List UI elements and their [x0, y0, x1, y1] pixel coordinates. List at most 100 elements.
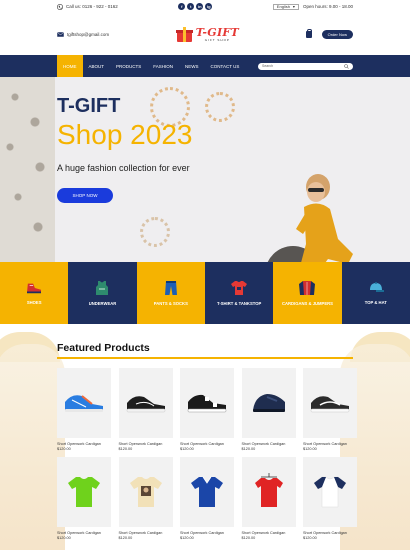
search-placeholder: Search — [262, 64, 274, 68]
gift-box-icon — [175, 26, 193, 42]
leopard-fabric-decoration — [0, 77, 55, 262]
product-price: $120.00 — [303, 447, 317, 451]
shopping-bag-icon[interactable] — [305, 28, 313, 38]
product-price: $120.00 — [303, 536, 317, 540]
search-input[interactable]: Search — [258, 62, 353, 70]
nav-item-fashion[interactable]: FASHION — [147, 55, 179, 77]
phone-number: Call us: 0126 - 922 - 0162 — [66, 4, 118, 9]
product-price: $120.00 — [241, 536, 256, 540]
topbar-right: English ▾ Open hours: 9.00 - 18.00 — [272, 3, 353, 10]
open-hours: Open hours: 9.00 - 18.00 — [302, 4, 353, 9]
tank-top-icon — [96, 281, 109, 295]
product-card[interactable]: Short Openwork Cardigan $120.00 — [180, 457, 234, 540]
instagram-icon[interactable]: ig — [205, 3, 213, 10]
hero-subtitle: Shop 2023 — [57, 119, 193, 150]
product-image[interactable] — [57, 368, 111, 438]
product-image[interactable] — [118, 457, 173, 527]
shop-now-button[interactable]: SHOP NOW — [57, 188, 113, 203]
category-label: CARDIGANS & JUMPERS — [281, 301, 333, 306]
blue-sneaker-icon — [65, 395, 103, 412]
category-cardigans-jumpers[interactable]: CARDIGANS & JUMPERS — [273, 262, 342, 324]
product-card[interactable]: Short Openwork Cardigan $120.00 — [180, 368, 234, 451]
category-label: T-SHIRT & TANKSTOP — [217, 301, 262, 306]
nav-item-about[interactable]: ABOUT — [83, 55, 111, 77]
product-card[interactable]: Short Openwork Cardigan $120.00 — [57, 457, 111, 540]
phone-info: Call us: 0126 - 922 - 0162 — [57, 3, 118, 10]
top-info-bar: Call us: 0126 - 922 - 0162 f t in ig Eng… — [0, 0, 410, 13]
nav-item-products[interactable]: PRODUCTS — [110, 55, 147, 77]
print-tshirt-icon — [129, 477, 162, 507]
product-image[interactable] — [118, 368, 173, 438]
sneaker-icon — [27, 283, 42, 294]
product-card[interactable]: Short Openwork Cardigan $120.00 — [303, 457, 357, 540]
hero-model-image — [258, 169, 378, 262]
cardigan-icon — [299, 281, 316, 295]
product-name[interactable]: Short Openwork Cardigan — [242, 531, 296, 535]
product-card[interactable]: Short Openwork Cardigan $120.00 — [241, 457, 296, 540]
product-card[interactable]: Short Openwork Cardigan $120.00 — [57, 368, 111, 451]
category-label: SHOES — [26, 300, 42, 305]
search-icon[interactable] — [344, 63, 349, 69]
product-image[interactable] — [241, 457, 296, 527]
cap-icon — [369, 282, 384, 292]
category-shoes[interactable]: SHOES — [0, 262, 69, 324]
category-top-hat[interactable]: TOP & HAT — [341, 262, 410, 324]
raglan-tshirt-icon — [313, 476, 347, 508]
product-name[interactable]: Short Openwork Cardigan — [180, 442, 234, 446]
product-name[interactable]: Short Openwork Cardigan — [119, 442, 173, 446]
category-label: UNDERWEAR — [88, 301, 117, 306]
language-value: English — [276, 4, 290, 9]
order-now-button[interactable]: Order Now — [321, 29, 353, 39]
product-name[interactable]: Short Openwork Cardigan — [303, 531, 357, 535]
product-card[interactable]: Short Openwork Cardigan $120.00 — [118, 457, 173, 540]
product-price: $120.00 — [57, 536, 71, 540]
featured-products-section: Featured Products Short Openwork Cardiga… — [0, 324, 410, 550]
category-pants-socks[interactable]: PANTS & SOCKS — [136, 262, 205, 324]
pants-icon — [164, 281, 177, 295]
nav-item-news[interactable]: NEWS — [179, 55, 205, 77]
heading-underline — [57, 357, 353, 359]
nav-item-contact[interactable]: CONTACT US — [205, 55, 246, 77]
product-price: $120.00 — [118, 536, 133, 540]
product-image[interactable] — [303, 457, 357, 527]
product-card[interactable]: Short Openwork Cardigan $120.00 — [303, 368, 357, 451]
hero-banner: T-GIFT Shop 2023 A huge fashion collecti… — [0, 77, 410, 262]
green-tshirt-icon — [68, 477, 100, 507]
red-tshirt-icon — [254, 473, 283, 507]
main-navigation: HOME ABOUT PRODUCTS FASHION NEWS CONTACT… — [0, 55, 410, 77]
chevron-down-icon: ▾ — [292, 4, 295, 9]
product-image[interactable] — [303, 368, 357, 438]
site-header: tgiftshop@gmail.com T-GIFT GIFT SHOP Ord… — [0, 13, 410, 55]
language-select[interactable]: English ▾ — [272, 3, 299, 10]
product-grid: Short Openwork Cardigan $120.00 Short Op… — [57, 368, 357, 540]
product-image[interactable] — [180, 368, 234, 438]
product-card[interactable]: Short Openwork Cardigan $120.00 — [118, 368, 173, 451]
header-actions: Order Now — [305, 28, 353, 39]
email-info: tgiftshop@gmail.com — [57, 32, 109, 37]
product-name[interactable]: Short Openwork Cardigan — [119, 531, 173, 535]
product-name[interactable]: Short Openwork Cardigan — [57, 442, 111, 446]
product-image[interactable] — [57, 457, 111, 527]
facebook-icon[interactable]: f — [178, 3, 186, 10]
polo-shirt-icon — [191, 476, 223, 507]
category-tshirt-tankstop[interactable]: T-SHIRT & TANKSTOP — [204, 262, 274, 324]
product-name[interactable]: Short Openwork Cardigan — [242, 442, 296, 446]
category-strip: SHOES UNDERWEAR PANTS & SOCKS T-SHIRT & … — [0, 262, 410, 324]
category-underwear[interactable]: UNDERWEAR — [68, 262, 137, 324]
product-name[interactable]: Short Openwork Cardigan — [57, 531, 111, 535]
linkedin-icon[interactable]: in — [196, 3, 204, 10]
product-price: $120.00 — [180, 536, 194, 540]
tshirt-icon — [231, 281, 248, 295]
email-address: tgiftshop@gmail.com — [67, 31, 110, 37]
site-logo[interactable]: T-GIFT GIFT SHOP — [175, 26, 239, 42]
product-name[interactable]: Short Openwork Cardigan — [303, 442, 357, 446]
nav-item-home[interactable]: HOME — [57, 55, 83, 77]
product-image[interactable] — [180, 457, 234, 527]
twitter-icon[interactable]: t — [187, 3, 195, 10]
product-image[interactable] — [241, 368, 296, 438]
hero-tagline: A huge fashion collection for ever — [57, 163, 190, 173]
product-name[interactable]: Short Openwork Cardigan — [180, 531, 234, 535]
product-price: $120.00 — [118, 447, 133, 451]
product-card[interactable]: Short Openwork Cardigan $120.00 — [241, 368, 296, 451]
product-price: $120.00 — [241, 447, 256, 451]
